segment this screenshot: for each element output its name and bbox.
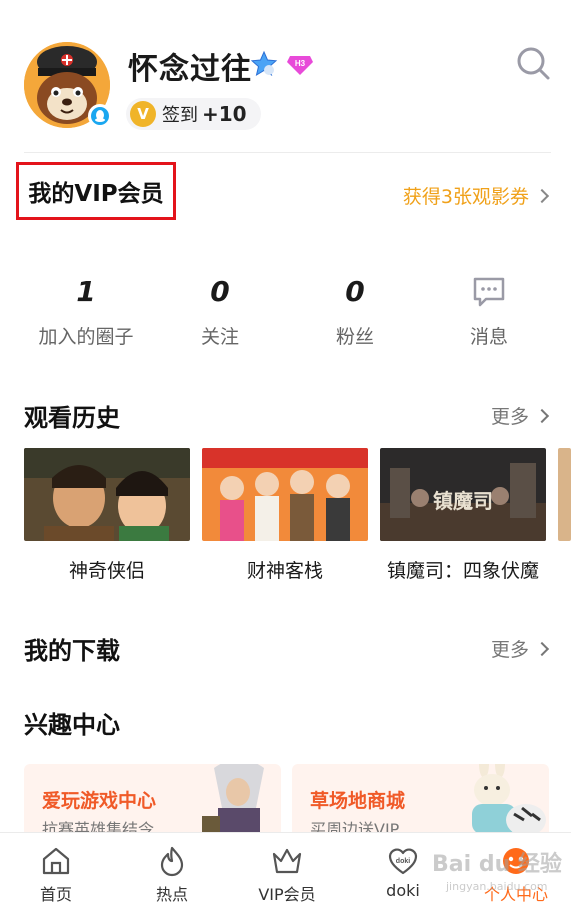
- doki-icon: doki: [388, 848, 418, 875]
- stat-label: 关注: [200, 326, 239, 348]
- level-badge[interactable]: H3: [286, 54, 314, 76]
- nav-label: 首页: [39, 885, 72, 904]
- history-title: 观看历史: [24, 404, 120, 432]
- doki-icon-text: doki: [396, 858, 410, 865]
- video-thumbnail: [558, 448, 571, 541]
- vip-crown-icon: [272, 848, 302, 874]
- stat-icon-wrap: [429, 272, 549, 312]
- vip-promo-link[interactable]: 获得3张观影券: [402, 182, 550, 209]
- video-thumbnail: [202, 448, 368, 541]
- history-list: 神奇侠侣 财神客栈 镇魔司 镇魔司：四象伏魔: [24, 448, 571, 588]
- video-title: 神奇侠侣: [68, 560, 145, 582]
- message-icon: [473, 277, 505, 307]
- nav-label: doki: [386, 881, 420, 900]
- video-title: 镇魔司：四象伏魔: [386, 560, 539, 582]
- signin-points: +10: [202, 102, 247, 126]
- more-text: 更多: [490, 639, 529, 661]
- downloads-more-link[interactable]: 更多: [490, 635, 550, 662]
- video-title: 财神客栈: [246, 560, 323, 582]
- more-text: 更多: [490, 406, 529, 428]
- qq-icon: [88, 104, 112, 128]
- stat-value: 0: [210, 275, 230, 308]
- video-thumbnail: 镇魔司: [380, 448, 546, 541]
- video-thumbnail: [24, 448, 190, 541]
- watermark-subtext: jingyan.baidu.com: [446, 880, 548, 893]
- vip-highlight-box: 我的VIP会员: [16, 162, 176, 220]
- vip-row[interactable]: 我的VIP会员 获得3张观影券: [0, 160, 571, 226]
- history-item-partial[interactable]: [558, 448, 571, 541]
- signin-button[interactable]: V 签到 +10: [126, 98, 261, 130]
- stat-label: 加入的圈子: [38, 326, 134, 348]
- v-coin-icon: V: [130, 101, 156, 127]
- stat-label: 粉丝: [335, 326, 374, 348]
- stats-bar: 1 加入的圈子 0 关注 0 粉丝 消息: [0, 272, 571, 352]
- stat-label: 消息: [469, 326, 508, 348]
- chevron-right-icon: [534, 188, 550, 203]
- profile-header: 怀念过往 H3 V 签到 +10: [0, 0, 571, 152]
- home-icon: [42, 847, 70, 875]
- stat-following[interactable]: 0 关注: [160, 272, 280, 349]
- level-badge-text: H3: [295, 59, 306, 68]
- chevron-right-icon: [534, 641, 550, 656]
- interest-title: 兴趣中心: [24, 711, 120, 739]
- history-item[interactable]: 神奇侠侣: [24, 448, 190, 583]
- stat-value: 0: [345, 275, 365, 308]
- nav-label: 热点: [155, 885, 188, 904]
- search-icon[interactable]: [514, 44, 552, 82]
- history-item[interactable]: 财神客栈: [202, 448, 368, 583]
- watermark-text: Bai du 经验: [432, 852, 562, 877]
- card-title: 爱玩游戏中心: [42, 790, 157, 812]
- nav-label: VIP会员: [258, 885, 316, 904]
- stat-value: 1: [76, 275, 96, 308]
- stat-fans[interactable]: 0 粉丝: [295, 272, 415, 349]
- star-badge-icon[interactable]: [250, 50, 278, 78]
- stat-circles[interactable]: 1 加入的圈子: [26, 272, 146, 349]
- nav-home[interactable]: 首页: [11, 845, 101, 905]
- history-more-link[interactable]: 更多: [490, 402, 550, 429]
- vip-promo-text: 获得3张观影券: [402, 186, 529, 208]
- stat-messages[interactable]: 消息: [429, 272, 549, 349]
- divider: [24, 152, 551, 153]
- flame-icon: [160, 846, 184, 877]
- nav-vip[interactable]: VIP会员: [242, 845, 332, 905]
- downloads-title: 我的下载: [24, 637, 120, 665]
- signin-label: 签到: [162, 105, 198, 126]
- username: 怀念过往: [128, 52, 252, 87]
- nav-hot[interactable]: 热点: [127, 845, 217, 905]
- thumbnail-text: 镇魔司: [433, 489, 493, 513]
- chevron-right-icon: [534, 408, 550, 423]
- history-item[interactable]: 镇魔司 镇魔司：四象伏魔: [380, 448, 546, 583]
- vip-title: 我的VIP会员: [28, 181, 164, 207]
- card-title: 草场地商城: [310, 790, 406, 812]
